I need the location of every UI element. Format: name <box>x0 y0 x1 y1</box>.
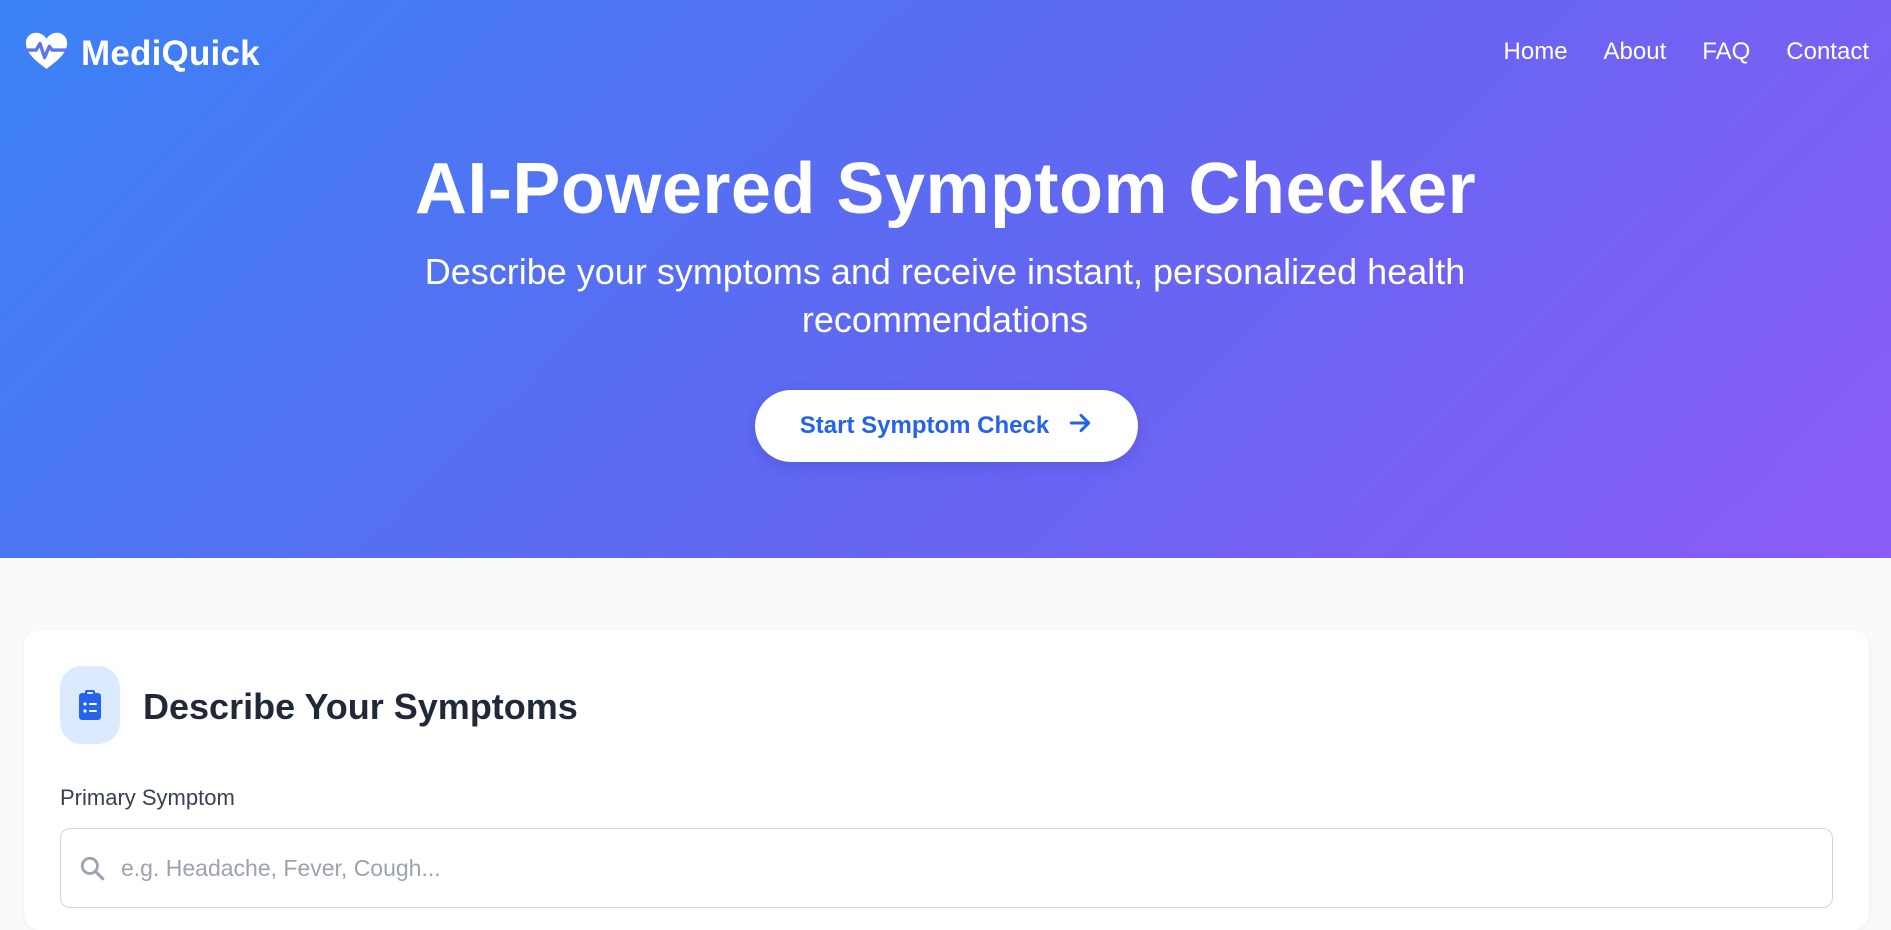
nav-link-about[interactable]: About <box>1604 38 1667 66</box>
primary-symptom-field[interactable] <box>60 828 1833 908</box>
hero-title: AI-Powered Symptom Checker <box>414 149 1477 229</box>
nav-link-home[interactable]: Home <box>1504 38 1568 66</box>
arrow-right-icon <box>1067 410 1093 443</box>
brand-logo[interactable]: MediQuick <box>24 31 260 76</box>
brand-name: MediQuick <box>81 33 260 73</box>
start-symptom-check-button[interactable]: Start Symptom Check <box>755 390 1138 462</box>
hero-section: MediQuick Home About FAQ Contact AI-Powe… <box>0 0 1891 558</box>
card-title: Describe Your Symptoms <box>143 686 578 727</box>
cta-label: Start Symptom Check <box>799 412 1050 439</box>
nav-link-faq[interactable]: FAQ <box>1702 38 1750 66</box>
heart-pulse-icon <box>24 31 69 76</box>
top-nav: MediQuick Home About FAQ Contact <box>0 0 1891 108</box>
primary-symptom-input[interactable] <box>121 829 1821 907</box>
clipboard-list-icon <box>60 666 120 744</box>
nav-link-contact[interactable]: Contact <box>1786 38 1869 66</box>
nav-links: Home About FAQ Contact <box>1504 38 1869 66</box>
primary-symptom-label: Primary Symptom <box>60 785 235 810</box>
symptoms-card: Describe Your Symptoms Primary Symptom <box>24 630 1869 930</box>
hero-subtitle: Describe your symptoms and receive insta… <box>424 251 1466 340</box>
